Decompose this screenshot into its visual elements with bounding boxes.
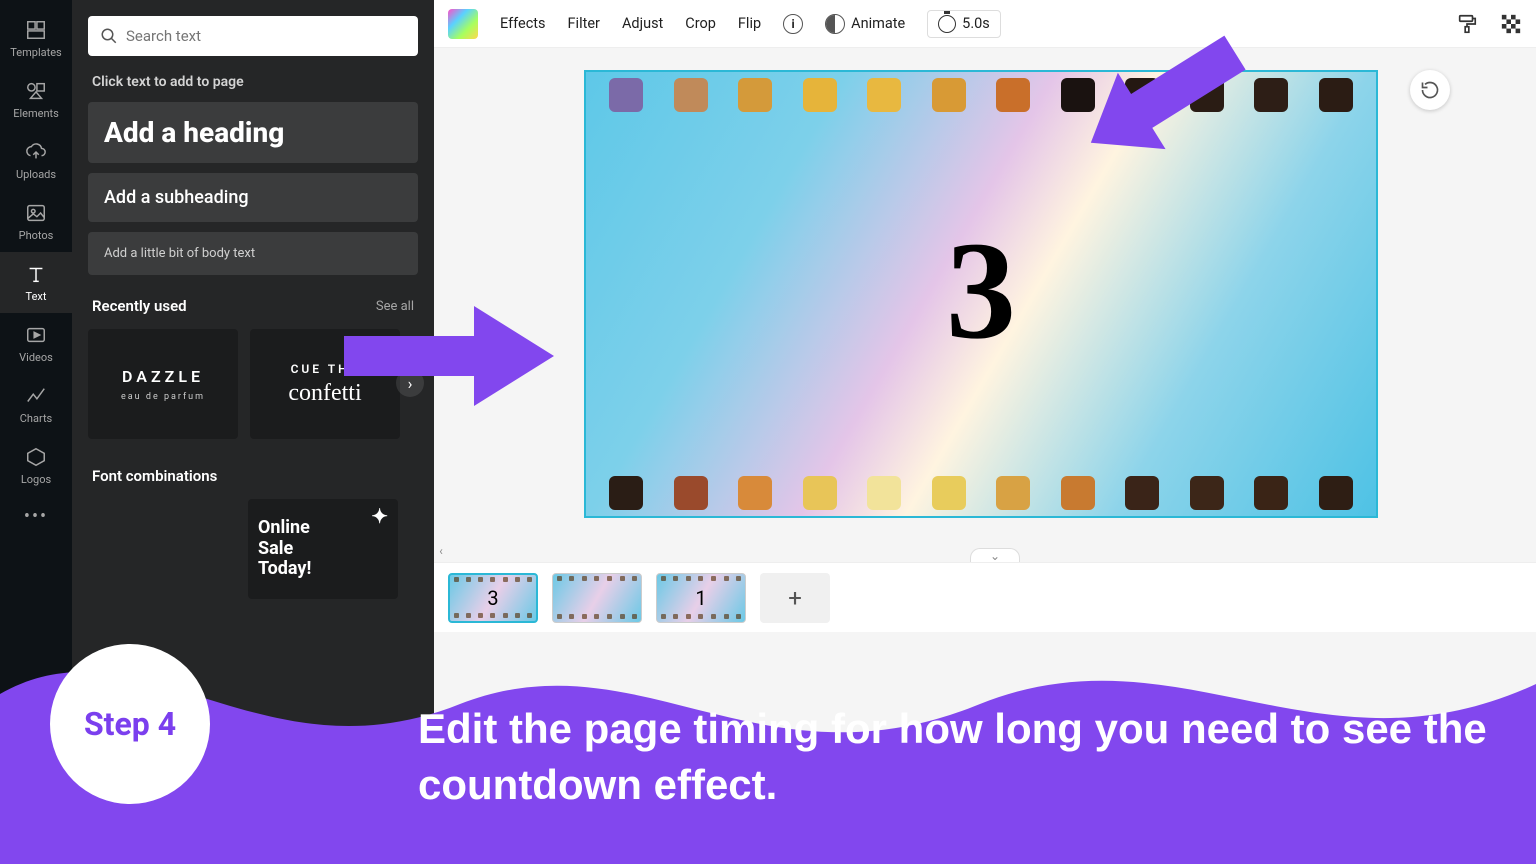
sale-line3: Today! [258,559,398,580]
page-thumb-3[interactable]: 1 [656,573,746,623]
dazzle-title: DAZZLE [122,367,204,386]
rail-charts-label: Charts [20,412,52,425]
recent-next-button[interactable]: › [396,369,424,397]
rail-text[interactable]: Text [0,252,72,313]
recently-used-title: Recently used [92,297,187,315]
add-subheading-label: Add a subheading [104,187,402,208]
add-subheading-button[interactable]: Add a subheading [88,173,418,222]
uploads-icon [24,140,48,164]
videos-icon [24,323,48,347]
rail-videos[interactable]: Videos [0,313,72,374]
film-sprockets-top [586,78,1376,112]
timing-value: 5.0s [962,15,990,32]
plus-icon: + [788,584,802,612]
dazzle-sub: eau de parfum [121,392,205,402]
rail-logos[interactable]: Logos [0,435,72,496]
rail-photos[interactable]: Photos [0,191,72,252]
timer-icon [938,15,956,33]
animate-icon [825,14,845,34]
page-thumb-3-num: 1 [695,586,706,610]
color-picker-button[interactable] [448,9,478,39]
font-combinations-title: Font combinations [92,467,414,485]
charts-icon [24,384,48,408]
add-heading-button[interactable]: Add a heading [88,102,418,163]
see-all-link[interactable]: See all [376,299,414,314]
recent-thumb-cue[interactable]: CUE THE confetti [250,329,400,439]
collapse-timeline-handle[interactable]: ⌄ [970,548,1020,562]
flip-button[interactable]: Flip [738,15,761,32]
add-page-button[interactable]: + [760,573,830,623]
filter-button[interactable]: Filter [568,15,600,32]
click-hint: Click text to add to page [92,74,418,90]
step-badge: Step 4 [50,644,210,804]
add-heading-label: Add a heading [104,116,402,149]
rail-text-label: Text [26,290,47,303]
transparency-icon[interactable] [1500,13,1522,35]
rail-more[interactable]: ••• [0,496,72,537]
chevron-right-icon: › [408,374,413,393]
adjust-button[interactable]: Adjust [622,15,663,32]
rail-charts[interactable]: Charts [0,374,72,435]
cue-sub: confetti [288,380,361,407]
text-icon [24,262,48,286]
pages-timeline: 3 1 + [434,562,1536,632]
recent-thumb-dazzle[interactable]: DAZZLE eau de parfum [88,329,238,439]
canvas-stage[interactable]: 3 [586,72,1376,516]
add-body-label: Add a little bit of body text [104,246,402,261]
rail-uploads-label: Uploads [16,168,56,181]
logos-icon [24,445,48,469]
step-label: Step 4 [84,705,176,743]
rail-elements[interactable]: Elements [0,69,72,130]
instruction-text: Edit the page timing for how long you ne… [418,701,1496,814]
timing-button[interactable]: 5.0s Edit timing [927,10,1001,38]
sparkle-icon: ✦ [371,505,388,528]
recent-thumbs: DAZZLE eau de parfum CUE THE confetti › [88,329,418,439]
photos-icon [24,201,48,225]
search-box[interactable] [88,16,418,56]
rail-photos-label: Photos [19,229,54,242]
rail-videos-label: Videos [19,351,53,364]
search-input[interactable] [126,27,406,45]
recently-used-header: Recently used See all [92,297,414,315]
animate-label: Animate [851,15,905,32]
countdown-number: 3 [946,210,1016,371]
rail-uploads[interactable]: Uploads [0,130,72,191]
page-thumb-1[interactable]: 3 [448,573,538,623]
rail-logos-label: Logos [21,473,51,486]
cue-title: CUE THE [291,362,360,376]
film-sprockets-bottom [586,476,1376,510]
rail-templates-label: Templates [10,46,61,59]
canvas-toolbar: Effects Filter Adjust Crop Flip i Animat… [434,0,1536,48]
templates-icon [24,18,48,42]
animate-button[interactable]: Animate [825,14,905,34]
more-icon: ••• [24,506,48,527]
rail-elements-label: Elements [13,107,59,120]
crop-button[interactable]: Crop [685,15,716,32]
page-thumb-2[interactable] [552,573,642,623]
rail-templates[interactable]: Templates [0,8,72,69]
collapse-panel-handle[interactable]: ‹ [434,540,448,562]
add-body-button[interactable]: Add a little bit of body text [88,232,418,275]
font-combo-sale[interactable]: ✦ Online Sale Today! [248,499,398,599]
reset-button[interactable] [1410,70,1450,110]
paint-roller-icon[interactable] [1456,13,1478,35]
search-icon [100,27,118,45]
page-thumb-1-num: 3 [487,586,498,610]
elements-icon [24,79,48,103]
info-icon[interactable]: i [783,14,803,34]
sale-line2: Sale [258,539,398,560]
effects-button[interactable]: Effects [500,15,546,32]
